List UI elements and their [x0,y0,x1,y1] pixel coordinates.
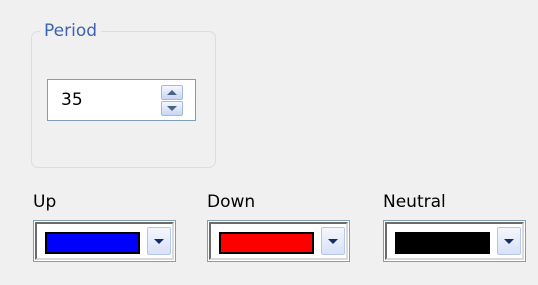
chevron-down-icon [154,238,164,244]
chevron-down-icon [504,238,514,244]
period-input[interactable]: 35 [61,90,83,110]
down-color-picker[interactable] [207,220,350,262]
neutral-color-dropdown-button[interactable] [497,227,521,255]
neutral-color-picker[interactable] [383,220,526,262]
neutral-color-label: Neutral [383,192,446,212]
period-spinner[interactable]: 35 [47,79,196,121]
triangle-up-icon [167,90,177,95]
up-color-label: Up [33,192,57,212]
up-color-dropdown-button[interactable] [147,227,171,255]
period-group-label: Period [40,20,102,42]
neutral-color-swatch [395,232,490,254]
spin-down-button[interactable] [161,101,183,116]
down-color-dropdown-button[interactable] [321,227,345,255]
up-color-swatch [45,232,140,254]
chevron-down-icon [328,238,338,244]
down-color-swatch [219,232,314,254]
spin-up-button[interactable] [161,85,183,100]
triangle-down-icon [167,106,177,111]
up-color-picker[interactable] [33,220,176,262]
settings-panel: Period 35 Up Down Neutral [0,0,538,285]
down-color-label: Down [207,192,256,212]
